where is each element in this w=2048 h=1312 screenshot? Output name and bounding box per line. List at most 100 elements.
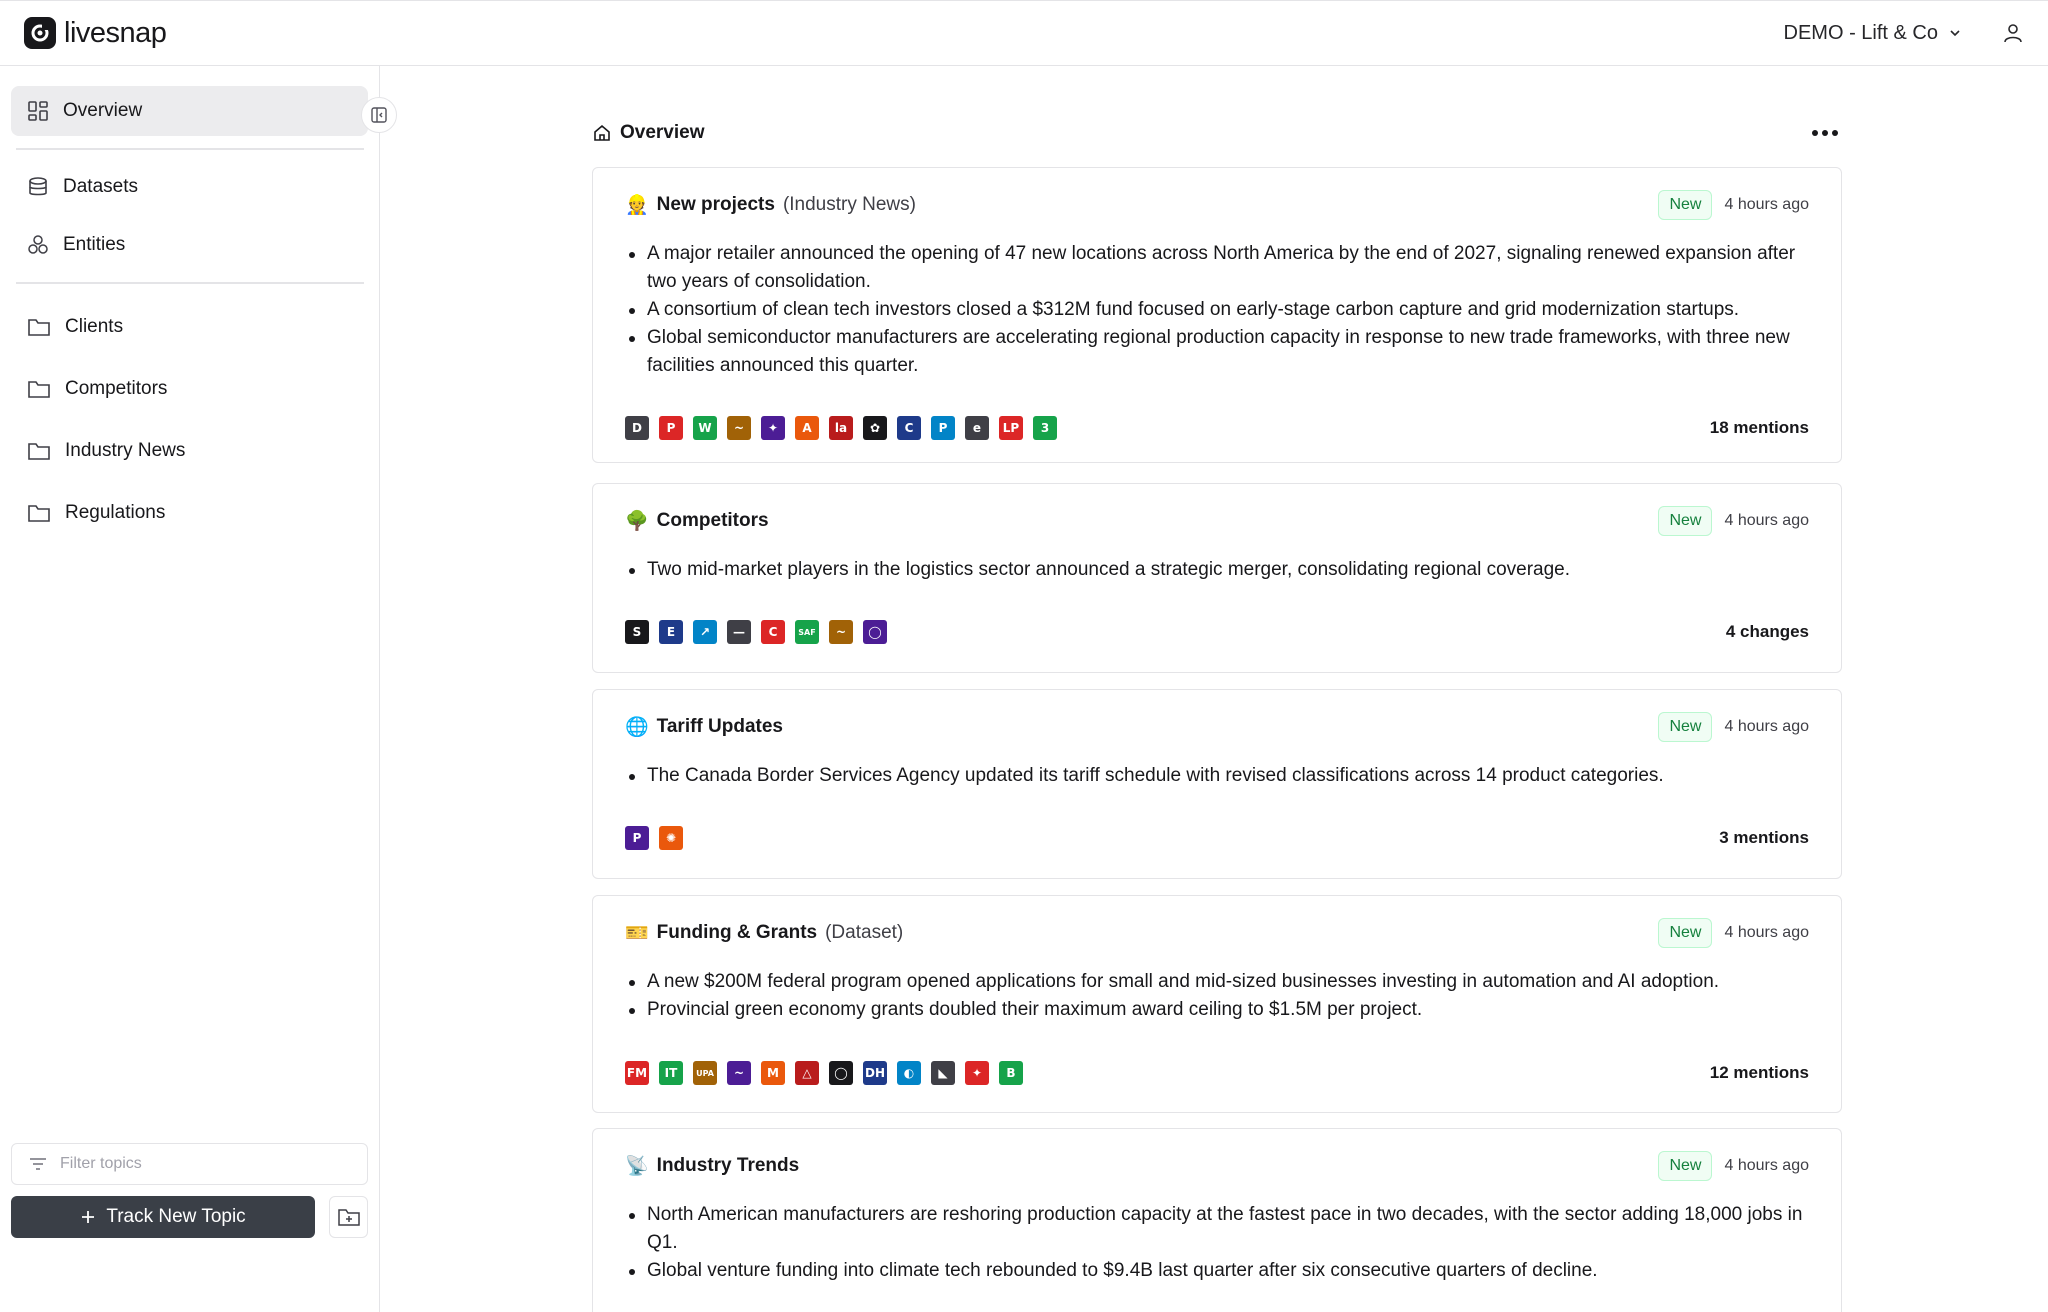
source-logo-icon[interactable]: P	[659, 416, 683, 440]
more-options-button[interactable]	[1808, 124, 1842, 142]
source-logo-icon[interactable]: 3	[1033, 416, 1057, 440]
source-icons: S E ↗ — C SAF ~ ◯	[625, 620, 887, 644]
source-logo-icon[interactable]: ~	[829, 620, 853, 644]
timestamp: 4 hours ago	[1724, 924, 1809, 941]
source-logo-icon[interactable]: ✺	[659, 826, 683, 850]
source-logo-icon[interactable]: IT	[659, 1061, 683, 1085]
panel-left-icon	[371, 107, 387, 123]
source-logo-icon[interactable]: E	[659, 620, 683, 644]
bullet-list: A major retailer announced the opening o…	[625, 240, 1809, 380]
filter-topics-field[interactable]	[11, 1143, 368, 1185]
topic-card[interactable]: 👷 New projects (Industry News) New 4 hou…	[592, 167, 1842, 463]
folder-label: Clients	[65, 316, 124, 337]
livesnap-logo-icon	[24, 17, 56, 49]
source-logo-icon[interactable]: △	[795, 1061, 819, 1085]
sidebar-item-label: Datasets	[63, 176, 138, 197]
change-count: 4 changes	[1725, 622, 1809, 641]
source-logo-icon[interactable]: ~	[727, 1061, 751, 1085]
source-logo-icon[interactable]: ◯	[863, 620, 887, 644]
org-selector[interactable]: DEMO - Lift & Co	[1784, 22, 1962, 45]
topic-card[interactable]: 🌐 Tariff Updates New 4 hours ago The Can…	[592, 689, 1842, 879]
sidebar-item-overview[interactable]: Overview	[11, 86, 368, 136]
filter-topics-input[interactable]	[60, 1155, 340, 1173]
sidebar-divider	[16, 282, 364, 284]
topic-emoji-icon: 🎫	[625, 923, 649, 944]
sidebar-item-label: Overview	[63, 100, 143, 121]
status-badge: New	[1658, 506, 1713, 536]
card-subtitle: (Industry News)	[782, 194, 916, 215]
source-logo-icon[interactable]: ◯	[829, 1061, 853, 1085]
bullet-item: A consortium of clean tech investors clo…	[625, 296, 1809, 324]
sidebar: Overview Datasets Entities Clients Compe…	[0, 66, 380, 1312]
source-logo-icon[interactable]: A	[795, 416, 819, 440]
source-logo-icon[interactable]: SAF	[795, 620, 819, 644]
source-logo-icon[interactable]: ✿	[863, 416, 887, 440]
source-logo-icon[interactable]: ~	[727, 416, 751, 440]
main-header: Overview	[592, 117, 1842, 149]
sidebar-item-datasets[interactable]: Datasets	[11, 162, 368, 212]
bullet-item: North American manufacturers are reshori…	[625, 1201, 1809, 1257]
source-logo-icon[interactable]: W	[693, 416, 717, 440]
plus-icon	[82, 1211, 95, 1223]
database-icon	[29, 177, 47, 196]
sidebar-divider	[16, 148, 364, 150]
folder-label: Industry News	[65, 440, 186, 461]
topic-emoji-icon: 👷	[625, 195, 649, 216]
source-logo-icon[interactable]: ◐	[897, 1061, 921, 1085]
bullet-item: Global venture funding into climate tech…	[625, 1257, 1809, 1285]
topic-card[interactable]: 📡 Industry Trends New 4 hours ago North …	[592, 1128, 1842, 1312]
source-logo-icon[interactable]: DH	[863, 1061, 887, 1085]
bullet-list: The Canada Border Services Agency update…	[625, 762, 1809, 790]
collapse-sidebar-button[interactable]	[361, 97, 397, 133]
source-logo-icon[interactable]: —	[727, 620, 751, 644]
folder-label: Competitors	[65, 378, 168, 399]
source-logo-icon[interactable]: LP	[999, 416, 1023, 440]
sidebar-folder-clients[interactable]: Clients	[11, 302, 368, 352]
source-logo-icon[interactable]: e	[965, 416, 989, 440]
folder-icon	[28, 443, 50, 460]
card-title-text: New projects	[656, 194, 775, 215]
dot	[1832, 130, 1838, 136]
source-logo-icon[interactable]: S	[625, 620, 649, 644]
dot	[1822, 130, 1828, 136]
card-subtitle: (Dataset)	[825, 922, 904, 943]
source-logo-icon[interactable]: P	[931, 416, 955, 440]
source-logo-icon[interactable]: ✦	[965, 1061, 989, 1085]
track-new-topic-button[interactable]: Track New Topic	[11, 1196, 315, 1238]
sidebar-folder-regulations[interactable]: Regulations	[11, 488, 368, 538]
bullet-list: North American manufacturers are reshori…	[625, 1201, 1809, 1285]
source-logo-icon[interactable]: B	[999, 1061, 1023, 1085]
source-logo-icon[interactable]: FM	[625, 1061, 649, 1085]
source-logo-icon[interactable]: ↗	[693, 620, 717, 644]
layout-dashboard-icon	[28, 101, 48, 121]
status-badge: New	[1658, 1151, 1713, 1181]
sidebar-folder-industry-news[interactable]: Industry News	[11, 426, 368, 476]
source-logo-icon[interactable]: ◣	[931, 1061, 955, 1085]
brand[interactable]: livesnap	[24, 17, 167, 50]
source-logo-icon[interactable]: ✦	[761, 416, 785, 440]
source-logo-icon[interactable]: D	[625, 416, 649, 440]
status-badge: New	[1658, 712, 1713, 742]
mention-count: 18 mentions	[1709, 418, 1809, 437]
topic-card[interactable]: 🎫 Funding & Grants (Dataset) New 4 hours…	[592, 895, 1842, 1113]
bullet-item: Two mid-market players in the logistics …	[625, 556, 1809, 584]
filter-icon	[30, 1158, 46, 1170]
source-logo-icon[interactable]: UPA	[693, 1061, 717, 1085]
user-icon[interactable]	[2002, 22, 2024, 44]
folder-label: Regulations	[65, 502, 166, 523]
source-icons: FM IT UPA ~ M △ ◯ DH ◐ ◣ ✦ B	[625, 1061, 1023, 1085]
new-folder-button[interactable]	[329, 1196, 368, 1238]
source-logo-icon[interactable]: M	[761, 1061, 785, 1085]
topic-card[interactable]: 🌳 Competitors New 4 hours ago Two mid-ma…	[592, 483, 1842, 673]
source-logo-icon[interactable]: la	[829, 416, 853, 440]
bullet-item: A major retailer announced the opening o…	[625, 240, 1809, 296]
source-logo-icon[interactable]: C	[897, 416, 921, 440]
source-icons: P ✺	[625, 826, 683, 850]
source-logo-icon[interactable]: C	[761, 620, 785, 644]
card-title: 🌳 Competitors	[625, 509, 769, 533]
sidebar-item-entities[interactable]: Entities	[11, 220, 368, 270]
sidebar-folder-competitors[interactable]: Competitors	[11, 364, 368, 414]
card-title: 👷 New projects (Industry News)	[625, 193, 916, 217]
source-logo-icon[interactable]: P	[625, 826, 649, 850]
card-title-text: Funding & Grants	[656, 922, 818, 943]
